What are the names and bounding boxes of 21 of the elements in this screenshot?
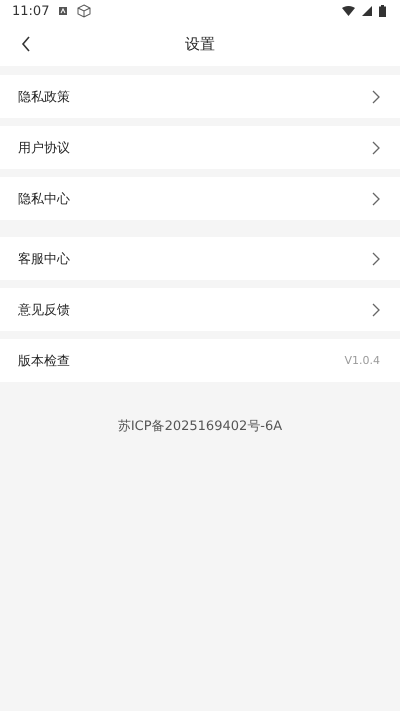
battery-icon — [379, 5, 386, 17]
status-time: 11:07 — [12, 4, 50, 18]
chevron-icon — [372, 192, 380, 206]
wifi-icon — [342, 6, 355, 16]
notification-icon — [58, 6, 68, 16]
icp-text: 苏ICP备2025169402号-6A — [118, 418, 282, 435]
chevron-icon — [372, 252, 380, 266]
settings-row[interactable]: 隐私中心 — [0, 177, 400, 220]
page-title: 设置 — [185, 34, 215, 54]
settings-row[interactable]: 用户协议 — [0, 126, 400, 169]
cube-icon — [77, 4, 92, 18]
settings-row[interactable]: 版本检查 V1.0.4 — [0, 339, 400, 382]
signal-icon — [362, 6, 372, 16]
version-text: V1.0.4 — [344, 354, 380, 367]
settings-row[interactable]: 隐私政策 — [0, 75, 400, 118]
settings-row[interactable]: 意见反馈 — [0, 288, 400, 331]
settings-row[interactable]: 客服中心 — [0, 237, 400, 280]
chevron-icon — [372, 90, 380, 104]
chevron-icon — [372, 140, 380, 154]
back-icon[interactable] — [21, 36, 31, 52]
chevron-icon — [372, 302, 380, 316]
